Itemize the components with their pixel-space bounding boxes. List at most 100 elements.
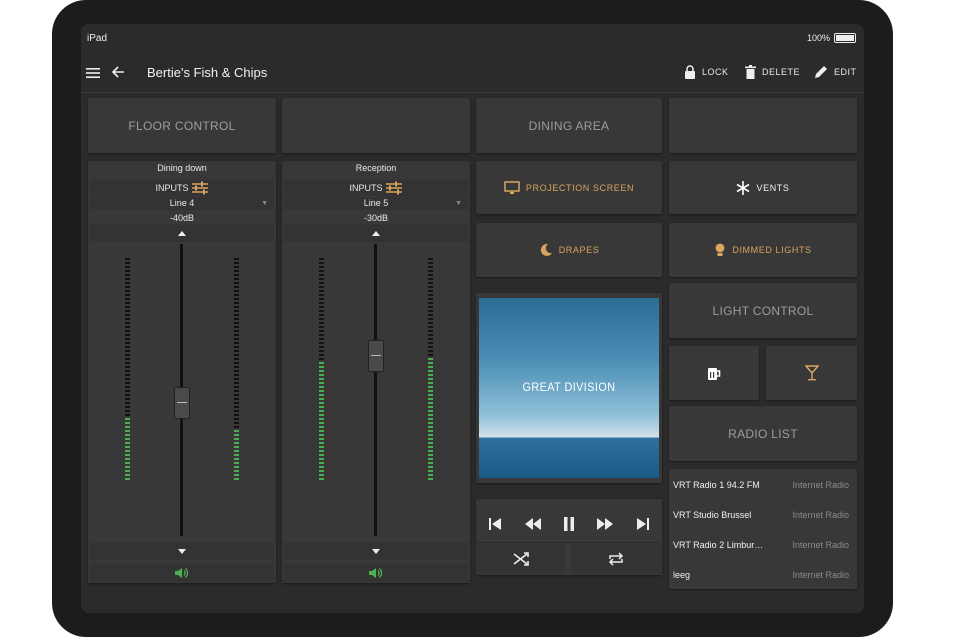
- level-down-button[interactable]: [284, 542, 468, 560]
- fast-forward-button[interactable]: [593, 514, 617, 534]
- meter-segment: [319, 270, 324, 272]
- meter-segment: [319, 358, 324, 360]
- radio-station-type: Internet Radio: [792, 510, 849, 520]
- app-screen: iPad 100% Bertie's Fish & Chips LOCK DEL…: [81, 24, 864, 613]
- speaker-icon: [369, 568, 383, 578]
- meter-segment: [319, 446, 324, 448]
- input-select[interactable]: Line 4 ▼: [90, 197, 274, 210]
- meter-segment: [234, 422, 239, 424]
- meter-segment: [319, 398, 324, 400]
- mute-button[interactable]: [284, 564, 468, 582]
- meter-segment: [234, 286, 239, 288]
- pause-button[interactable]: [557, 514, 581, 534]
- radio-list-item[interactable]: VRT Radio 1 94.2 FM Internet Radio: [669, 470, 857, 500]
- projection-screen-button[interactable]: PROJECTION SCREEN: [476, 161, 662, 214]
- level-up-button[interactable]: [90, 224, 274, 242]
- rewind-button[interactable]: [521, 514, 545, 534]
- meter-segment: [428, 282, 433, 284]
- album-art-tile: GREAT DIVISION: [476, 293, 662, 483]
- meter-segment: [234, 274, 239, 276]
- meter-segment: [234, 470, 239, 472]
- snowflake-icon: [737, 180, 750, 195]
- radio-list-item[interactable]: leeg Internet Radio: [669, 560, 857, 590]
- skip-previous-button[interactable]: [483, 514, 507, 534]
- back-arrow-icon[interactable]: [111, 65, 125, 79]
- inputs-button[interactable]: INPUTS: [284, 180, 468, 196]
- meter-segment: [234, 278, 239, 280]
- level-up-button[interactable]: [284, 224, 468, 242]
- meter-segment: [428, 418, 433, 420]
- meter-segment: [428, 294, 433, 296]
- meter-segment: [319, 334, 324, 336]
- channel-name: Reception: [355, 163, 397, 173]
- meter-segment: [234, 294, 239, 296]
- chevron-down-icon: ▼: [455, 200, 462, 207]
- skip-next-icon: [637, 518, 649, 530]
- meter-segment: [234, 446, 239, 448]
- beer-scene-button[interactable]: [669, 346, 759, 400]
- meter-segment: [125, 302, 130, 304]
- caret-down-icon: [372, 548, 380, 554]
- meter-segment: [319, 350, 324, 352]
- meter-segment: [125, 406, 130, 408]
- radio-list-item[interactable]: VRT Studio Brussel Internet Radio: [669, 500, 857, 530]
- light-control-label: LIGHT CONTROL: [712, 303, 814, 318]
- meter-segment: [428, 354, 433, 356]
- meter-segment: [125, 326, 130, 328]
- dimmed-lights-button[interactable]: DIMMED LIGHTS: [669, 223, 857, 277]
- meter-segment: [319, 310, 324, 312]
- meter-segment: [428, 466, 433, 468]
- meter-segment: [234, 434, 239, 436]
- meter-segment: [319, 434, 324, 436]
- radio-list-header: RADIO LIST: [669, 406, 857, 461]
- radio-list-item[interactable]: VRT Radio 2 Limbur… Internet Radio: [669, 530, 857, 560]
- input-select[interactable]: Line 5 ▼: [284, 197, 468, 210]
- vents-button[interactable]: VENTS: [669, 161, 857, 214]
- meter-segment: [319, 406, 324, 408]
- fader-track[interactable]: [374, 244, 377, 536]
- drapes-button[interactable]: DRAPES: [476, 223, 662, 277]
- level-meter-left: [125, 258, 130, 536]
- meter-segment: [428, 286, 433, 288]
- meter-segment: [319, 458, 324, 460]
- meter-segment: [319, 290, 324, 292]
- meter-segment: [234, 358, 239, 360]
- meter-segment: [125, 454, 130, 456]
- mute-button[interactable]: [90, 564, 274, 582]
- meter-segment: [234, 350, 239, 352]
- meter-segment: [319, 318, 324, 320]
- menu-icon[interactable]: [86, 66, 100, 78]
- radio-list-label: RADIO LIST: [728, 426, 798, 441]
- shuffle-button[interactable]: [477, 544, 565, 574]
- meter-segment: [234, 418, 239, 420]
- meter-segment: [234, 298, 239, 300]
- meter-segment: [125, 430, 130, 432]
- caret-up-icon: [178, 230, 186, 236]
- trash-icon: [745, 65, 756, 79]
- cocktail-scene-button[interactable]: [766, 346, 857, 400]
- delete-label: DELETE: [762, 67, 801, 77]
- inputs-button[interactable]: INPUTS: [90, 180, 274, 196]
- meter-segment: [125, 394, 130, 396]
- meter-segment: [428, 346, 433, 348]
- meter-segment: [428, 422, 433, 424]
- meter-segment: [319, 266, 324, 268]
- meter-segment: [125, 418, 130, 420]
- status-battery: 100%: [807, 33, 856, 43]
- skip-next-button[interactable]: [631, 514, 655, 534]
- meter-segment: [234, 390, 239, 392]
- meter-segment: [234, 474, 239, 476]
- battery-percent: 100%: [806, 33, 830, 43]
- delete-button[interactable]: DELETE: [745, 65, 800, 79]
- level-down-button[interactable]: [90, 542, 274, 560]
- lock-button[interactable]: LOCK: [684, 65, 729, 79]
- meter-segment: [319, 326, 324, 328]
- repeat-button[interactable]: [571, 544, 661, 574]
- fader-knob[interactable]: [174, 386, 190, 419]
- edit-button[interactable]: EDIT: [814, 65, 857, 79]
- header-divider: [81, 92, 864, 93]
- radio-station-name: VRT Radio 2 Limbur…: [673, 540, 764, 550]
- meter-segment: [428, 474, 433, 476]
- meter-segment: [319, 354, 324, 356]
- fader-knob[interactable]: [368, 339, 384, 372]
